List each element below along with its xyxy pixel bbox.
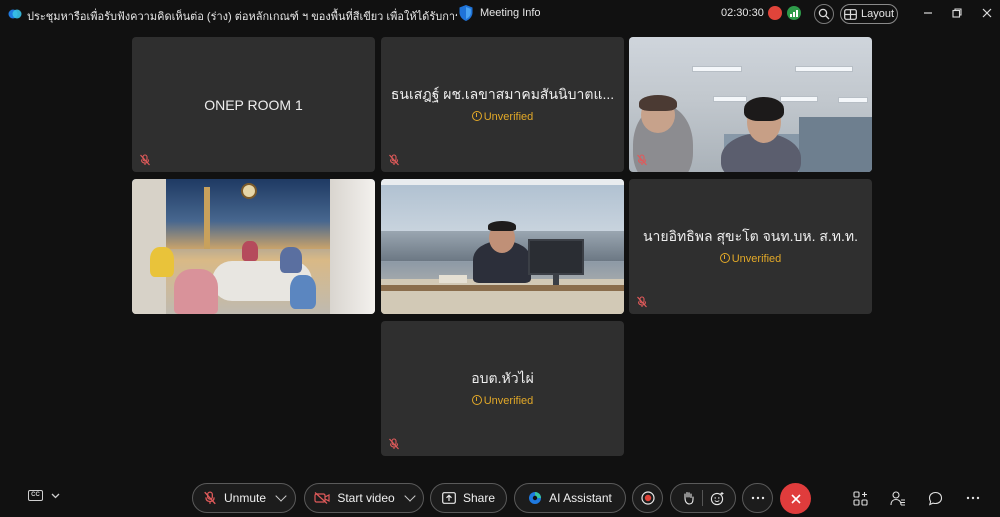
unmute-button[interactable]: Unmute — [192, 483, 296, 513]
video-feed — [629, 37, 872, 172]
microphone-muted-icon — [637, 296, 647, 308]
emoji-reaction-icon[interactable] — [710, 491, 725, 506]
ai-assistant-label: AI Assistant — [549, 491, 612, 505]
start-video-label: Start video — [337, 491, 395, 505]
divider — [701, 490, 703, 506]
share-label: Share — [462, 491, 496, 505]
title-bar: ประชุมหารือเพื่อรับฟังความคิดเห็นต่อ (ร่… — [0, 0, 1000, 28]
microphone-muted-icon — [637, 154, 647, 166]
chevron-down-icon — [404, 490, 416, 502]
chat-bubble-icon — [928, 491, 942, 505]
participants-icon — [890, 490, 905, 505]
minimize-button[interactable] — [920, 5, 936, 21]
magnifier-icon — [818, 8, 830, 20]
record-icon — [640, 491, 655, 505]
participant-name: ธนเสฎฐ์ ผช.เลขาสมาคมสันนิบาตแ... — [390, 86, 615, 103]
participant-tile[interactable]: นายอิทธิพล สุขะโต จนท.บห. ส.ท.ท. Unverif… — [629, 179, 872, 314]
meeting-info-button[interactable]: Meeting Info — [458, 4, 541, 22]
layout-grid-icon — [844, 8, 857, 20]
chevron-down-icon — [275, 490, 287, 502]
video-off-icon — [314, 492, 330, 504]
participant-video-tile[interactable] — [381, 179, 624, 314]
microphone-muted-icon — [389, 154, 399, 166]
ai-assistant-icon — [529, 492, 542, 504]
participants-button[interactable] — [889, 489, 907, 507]
participant-video-tile[interactable] — [132, 179, 375, 314]
participant-tile[interactable]: ONEP ROOM 1 — [132, 37, 375, 172]
unverified-badge: Unverified — [381, 111, 624, 123]
meeting-title: ประชุมหารือเพื่อรับฟังความคิดเห็นต่อ (ร่… — [27, 11, 457, 23]
microphone-muted-icon — [140, 154, 150, 166]
more-panels-button[interactable] — [964, 489, 982, 507]
close-window-button[interactable] — [979, 5, 995, 21]
start-video-button[interactable]: Start video — [304, 483, 424, 513]
more-horizontal-icon — [966, 496, 980, 500]
shield-icon — [459, 5, 473, 21]
share-screen-icon — [442, 492, 456, 504]
microphone-muted-icon — [204, 491, 216, 505]
meeting-info-label: Meeting Info — [480, 7, 541, 19]
minimize-icon — [924, 12, 932, 14]
restore-icon — [952, 8, 962, 18]
reactions-button-group — [670, 483, 736, 513]
participant-name: อบต.หัวไผ่ — [471, 370, 534, 387]
chat-button[interactable] — [926, 489, 944, 507]
unverified-badge: Unverified — [629, 253, 872, 265]
unmute-label: Unmute — [223, 491, 267, 505]
participant-video-tile[interactable] — [629, 37, 872, 172]
more-options-button[interactable] — [742, 483, 773, 513]
unverified-label: Unverified — [483, 395, 534, 407]
unverified-badge: Unverified — [381, 395, 624, 407]
layout-button[interactable]: Layout — [840, 4, 898, 24]
ai-assistant-button[interactable]: AI Assistant — [514, 483, 626, 513]
closed-captions-button[interactable]: CC — [28, 490, 60, 501]
raise-hand-icon[interactable] — [682, 491, 695, 505]
video-feed — [381, 179, 624, 314]
record-button[interactable] — [632, 483, 663, 513]
zoom-button[interactable] — [814, 4, 834, 24]
microphone-muted-icon — [389, 438, 399, 450]
participant-name: นายอิทธิพล สุขะโต จนท.บห. ส.ท.ท. — [642, 228, 859, 245]
meeting-timer: 02:30:30 — [721, 7, 764, 19]
participant-tile[interactable]: ธนเสฎฐ์ ผช.เลขาสมาคมสันนิบาตแ... Unverif… — [381, 37, 624, 172]
close-icon — [982, 8, 992, 18]
chevron-down-icon — [51, 493, 60, 498]
participant-tile[interactable]: อบต.หัวไผ่ Unverified — [381, 321, 624, 456]
network-signal-icon — [787, 6, 801, 20]
close-icon — [790, 493, 801, 504]
clock-icon — [471, 395, 482, 405]
closed-captions-icon: CC — [28, 490, 43, 501]
recording-indicator-icon — [768, 6, 782, 20]
more-horizontal-icon — [751, 496, 764, 500]
clock-icon — [471, 111, 482, 121]
layout-label: Layout — [860, 8, 895, 20]
clock-icon — [719, 253, 730, 263]
video-feed — [132, 179, 375, 314]
apps-grid-icon — [852, 490, 868, 506]
leave-meeting-button[interactable] — [780, 483, 811, 514]
unverified-label: Unverified — [483, 111, 534, 123]
webex-logo-icon — [8, 9, 22, 19]
unverified-label: Unverified — [731, 253, 782, 265]
share-button[interactable]: Share — [430, 483, 507, 513]
participant-name: ONEP ROOM 1 — [204, 96, 303, 113]
restore-button[interactable] — [949, 5, 965, 21]
apps-button[interactable] — [851, 489, 869, 507]
